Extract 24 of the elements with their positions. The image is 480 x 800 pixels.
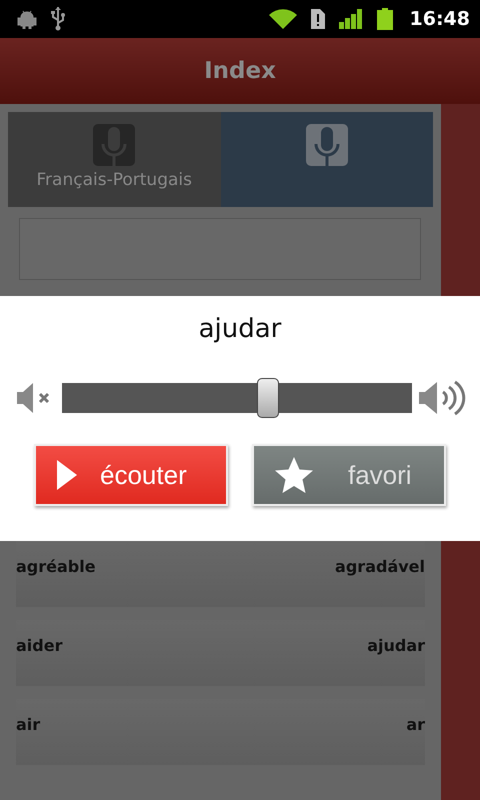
clock: 16:48: [410, 8, 470, 30]
android-icon: [16, 9, 38, 29]
french-word: aider: [16, 636, 62, 655]
battery-icon: [376, 7, 394, 31]
tab[interactable]: Français-Portugais: [8, 112, 220, 207]
portuguese-word: ajudar: [367, 636, 425, 655]
french-word: air: [16, 715, 40, 734]
portuguese-word: agradável: [335, 557, 425, 576]
french-word: agréable: [16, 557, 96, 576]
listen-button[interactable]: écouter: [34, 444, 228, 506]
star-icon: [274, 456, 314, 494]
screen-title: Index: [204, 58, 276, 84]
wifi-icon: [268, 8, 298, 30]
slider-thumb[interactable]: [257, 378, 280, 418]
signal-icon: [338, 8, 364, 30]
play-icon: [56, 459, 78, 491]
favorite-button[interactable]: favori: [252, 444, 446, 506]
portuguese-word: ar: [406, 715, 425, 734]
usb-icon: [50, 6, 66, 32]
word-heading: ajudar: [198, 314, 282, 344]
sd-card-alert-icon: [310, 8, 326, 30]
speaker-icon: [418, 378, 466, 418]
tab[interactable]: [220, 112, 433, 207]
microphone-icon: [306, 124, 348, 166]
